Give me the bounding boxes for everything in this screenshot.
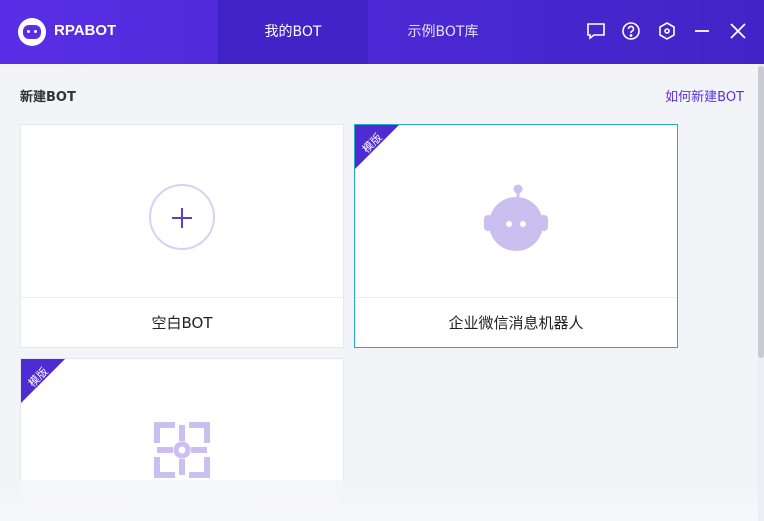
- frame-grid-icon: [154, 422, 210, 478]
- tab-label: 我的BOT: [264, 24, 322, 40]
- close-icon[interactable]: [727, 20, 749, 42]
- wecom-robot-template-card[interactable]: 模版 企业微信消息机器人: [354, 124, 678, 348]
- minimize-icon[interactable]: [691, 20, 713, 42]
- tab-label: 示例BOT库: [407, 24, 479, 40]
- title-bar: RPABOT 我的BOT 示例BOT库: [0, 0, 764, 64]
- plus-circle-icon: [149, 184, 215, 250]
- section-title: 新建BOT: [20, 90, 76, 105]
- robot-head-icon: [484, 184, 548, 251]
- scrollbar-thumb[interactable]: [758, 66, 764, 358]
- app-logo-icon: [18, 18, 46, 46]
- tab-sample-bot-library[interactable]: 示例BOT库: [368, 0, 518, 64]
- vertical-scrollbar[interactable]: [758, 64, 764, 521]
- how-to-create-bot-link[interactable]: 如何新建BOT: [665, 86, 744, 105]
- message-icon[interactable]: [585, 20, 607, 42]
- bottom-fade: [0, 480, 758, 521]
- tab-my-bot[interactable]: 我的BOT: [218, 0, 368, 64]
- card-label: 空白BOT: [21, 297, 343, 347]
- help-icon[interactable]: [620, 20, 642, 42]
- template-badge: 模版: [355, 125, 399, 169]
- card-label: 企业微信消息机器人: [355, 297, 677, 347]
- app-title: RPABOT: [54, 22, 117, 39]
- settings-hex-icon[interactable]: [656, 20, 678, 42]
- blank-bot-card[interactable]: 空白BOT: [20, 124, 344, 348]
- template-badge: 模版: [21, 359, 65, 403]
